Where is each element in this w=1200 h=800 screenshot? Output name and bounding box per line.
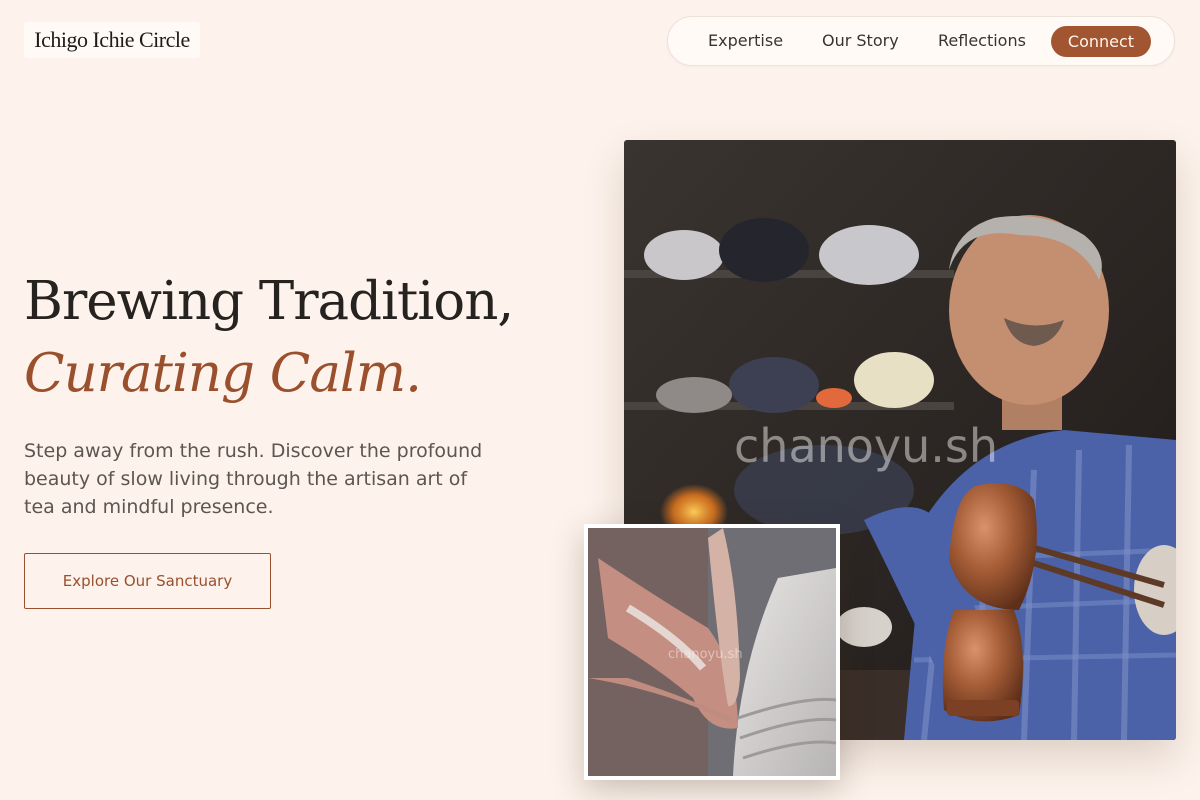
nav-link-reflections[interactable]: Reflections bbox=[938, 17, 1026, 65]
hero-title-line1: Brewing Tradition, bbox=[24, 271, 514, 332]
brand-logo[interactable]: Ichigo Ichie Circle bbox=[24, 22, 200, 58]
hero-title: Brewing Tradition, Curating Calm. bbox=[24, 266, 514, 410]
watermark-text: chanoyu.sh bbox=[734, 419, 998, 473]
inset-watermark-text: chanoyu.sh bbox=[668, 647, 743, 662]
nav-link-expertise[interactable]: Expertise bbox=[708, 17, 783, 65]
hero-title-line2: Curating Calm. bbox=[24, 343, 422, 404]
connect-button[interactable]: Connect bbox=[1051, 26, 1151, 57]
main-nav: Expertise Our Story Reflections Connect bbox=[667, 16, 1175, 66]
explore-sanctuary-button[interactable]: Explore Our Sanctuary bbox=[24, 553, 271, 609]
hero-lead-text: Step away from the rush. Discover the pr… bbox=[24, 440, 483, 518]
nav-link-our-story[interactable]: Our Story bbox=[822, 17, 899, 65]
inset-photo-pottery: chanoyu.sh bbox=[584, 524, 840, 780]
